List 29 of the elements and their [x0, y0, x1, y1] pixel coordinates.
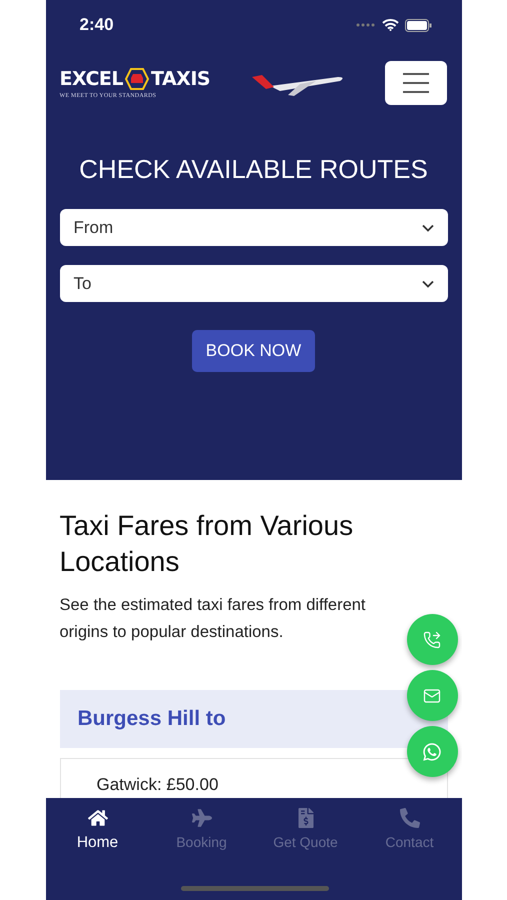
section-description: See the estimated taxi fares from different origins to popular destinations.: [60, 595, 367, 643]
car-icon: [124, 68, 149, 90]
chevron-down-icon: [422, 280, 434, 288]
battery-icon: [404, 18, 432, 32]
location-select[interactable]: From: [60, 209, 448, 246]
nav-tab[interactable]: Home: [46, 798, 150, 852]
signal-icon: [356, 23, 376, 27]
chevron-down-icon: [422, 224, 434, 232]
form-title: CHECK AVAILABLE ROUTES: [78, 154, 429, 185]
book-now-button[interactable]: BOOK NOW: [192, 330, 316, 372]
whatsapp-button[interactable]: [406, 726, 458, 777]
phone-icon: [423, 630, 441, 648]
whatsapp-icon: [422, 742, 442, 762]
call-button[interactable]: [406, 614, 458, 665]
mail-icon: [423, 686, 441, 704]
fare-item: Gatwick: £50.00: [96, 775, 218, 794]
status-time: 2:40: [80, 15, 114, 35]
location-select[interactable]: To: [60, 265, 448, 302]
invoice-icon: [296, 808, 316, 828]
section-heading: Taxi Fares from Various Locations: [60, 509, 354, 579]
email-button[interactable]: [406, 670, 458, 721]
phone-icon: [400, 808, 420, 828]
menu-button[interactable]: [385, 61, 448, 105]
logo-text: TAXIS: [150, 68, 210, 90]
wifi-icon: [382, 19, 398, 31]
airplane-icon: [192, 808, 212, 828]
home-icon: [88, 808, 108, 828]
card-title: Burgess Hill to: [78, 707, 226, 731]
logo-text: EXCEL: [60, 68, 123, 90]
